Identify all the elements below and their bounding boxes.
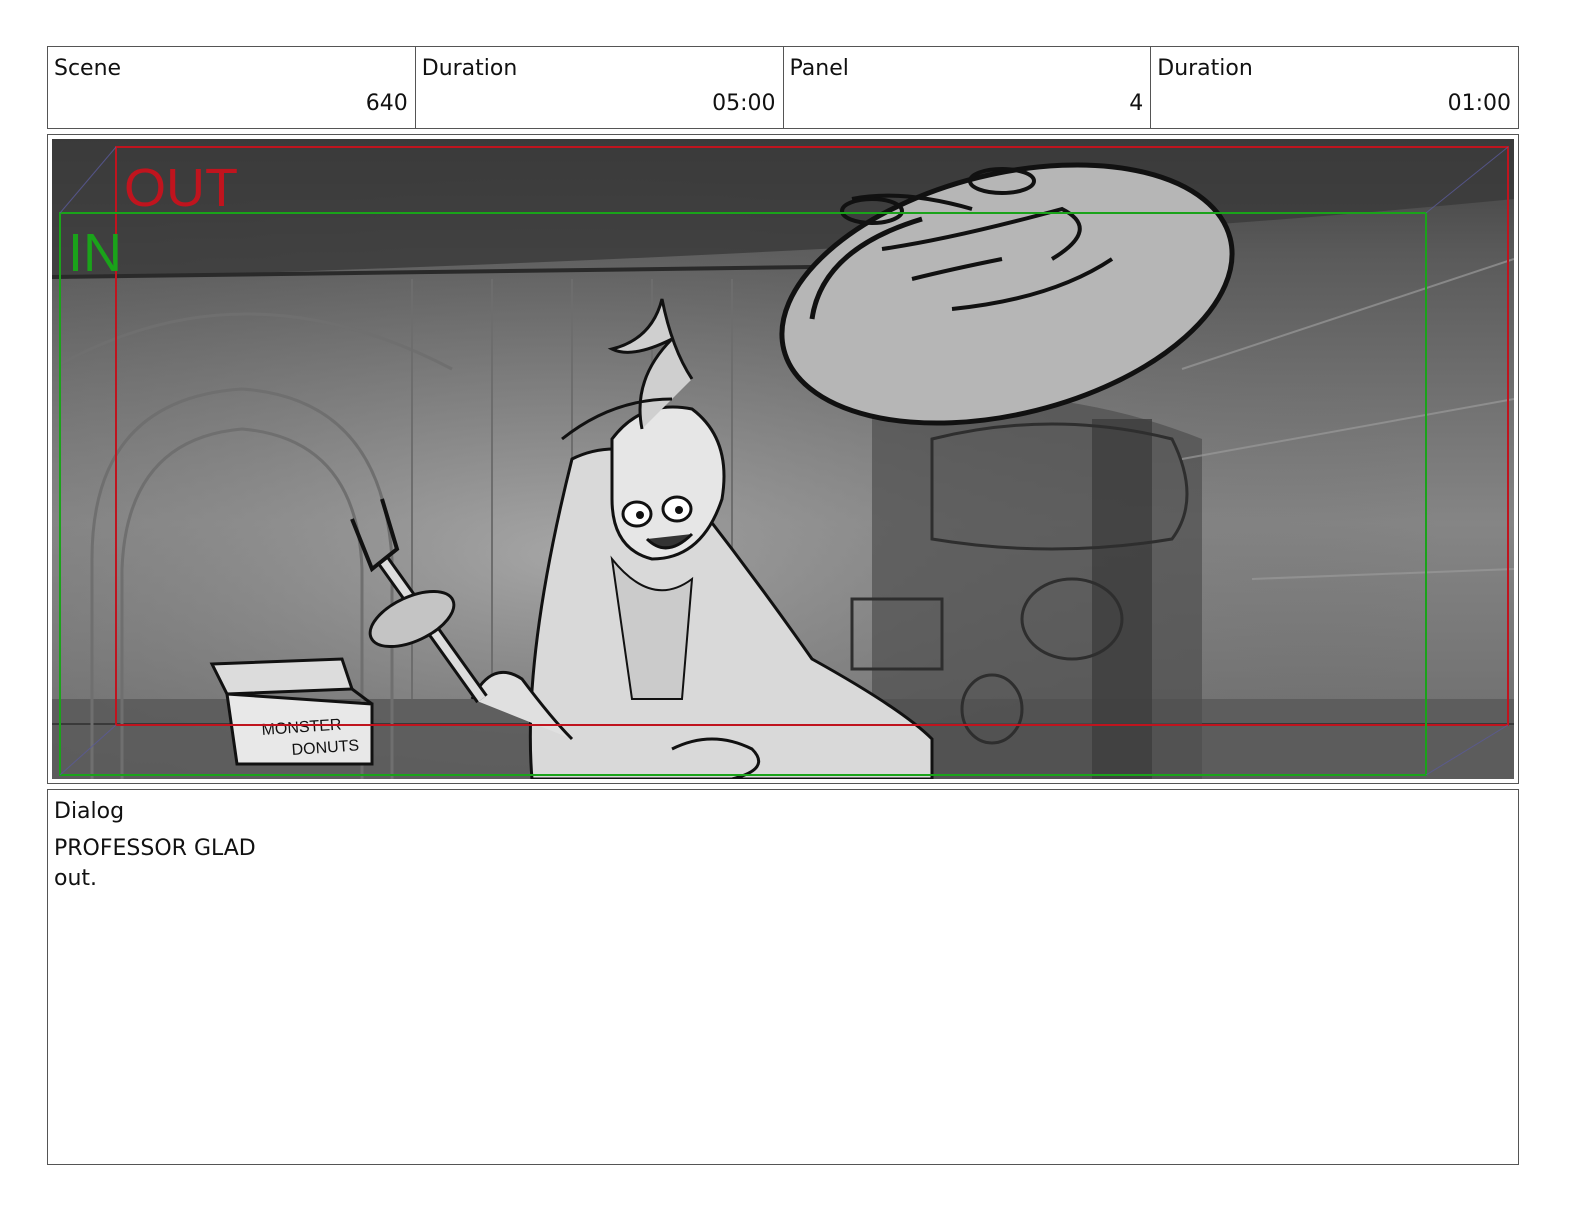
dialog-box[interactable]: Dialog PROFESSOR GLAD out. <box>47 789 1519 1165</box>
dialog-text[interactable]: PROFESSOR GLAD out. <box>54 834 256 894</box>
out-frame-label: OUT <box>124 158 238 218</box>
scene-duration-label: Duration <box>421 56 518 81</box>
scene-cell: Scene 640 <box>48 47 416 128</box>
monster-donuts-box: MONSTER DONUTS <box>209 657 374 766</box>
storyboard-panel-image[interactable]: MONSTER DONUTS OUT IN <box>52 139 1514 779</box>
panel-label: Panel <box>789 56 849 81</box>
dialog-label: Dialog <box>54 799 125 824</box>
scene-header: Scene 640 Duration 05:00 Panel 4 Duratio… <box>47 46 1519 129</box>
scene-number[interactable]: 640 <box>366 91 408 117</box>
panel-duration-cell: Duration 01:00 <box>1151 47 1518 128</box>
panel-number[interactable]: 4 <box>1129 91 1143 117</box>
panel-sketch: MONSTER DONUTS <box>52 139 1514 779</box>
panel-duration-label: Duration <box>1157 56 1253 81</box>
panel-cell: Panel 4 <box>784 47 1152 128</box>
dialog-character: PROFESSOR GLAD <box>54 836 256 861</box>
scene-duration-cell: Duration 05:00 <box>416 47 784 128</box>
panel-duration-value[interactable]: 01:00 <box>1448 91 1511 117</box>
scene-label: Scene <box>54 56 122 81</box>
in-frame-label: IN <box>68 223 122 283</box>
dialog-line: out. <box>54 866 98 891</box>
storyboard-panel-frame: MONSTER DONUTS OUT IN <box>47 134 1519 784</box>
scene-duration-value[interactable]: 05:00 <box>712 91 775 117</box>
